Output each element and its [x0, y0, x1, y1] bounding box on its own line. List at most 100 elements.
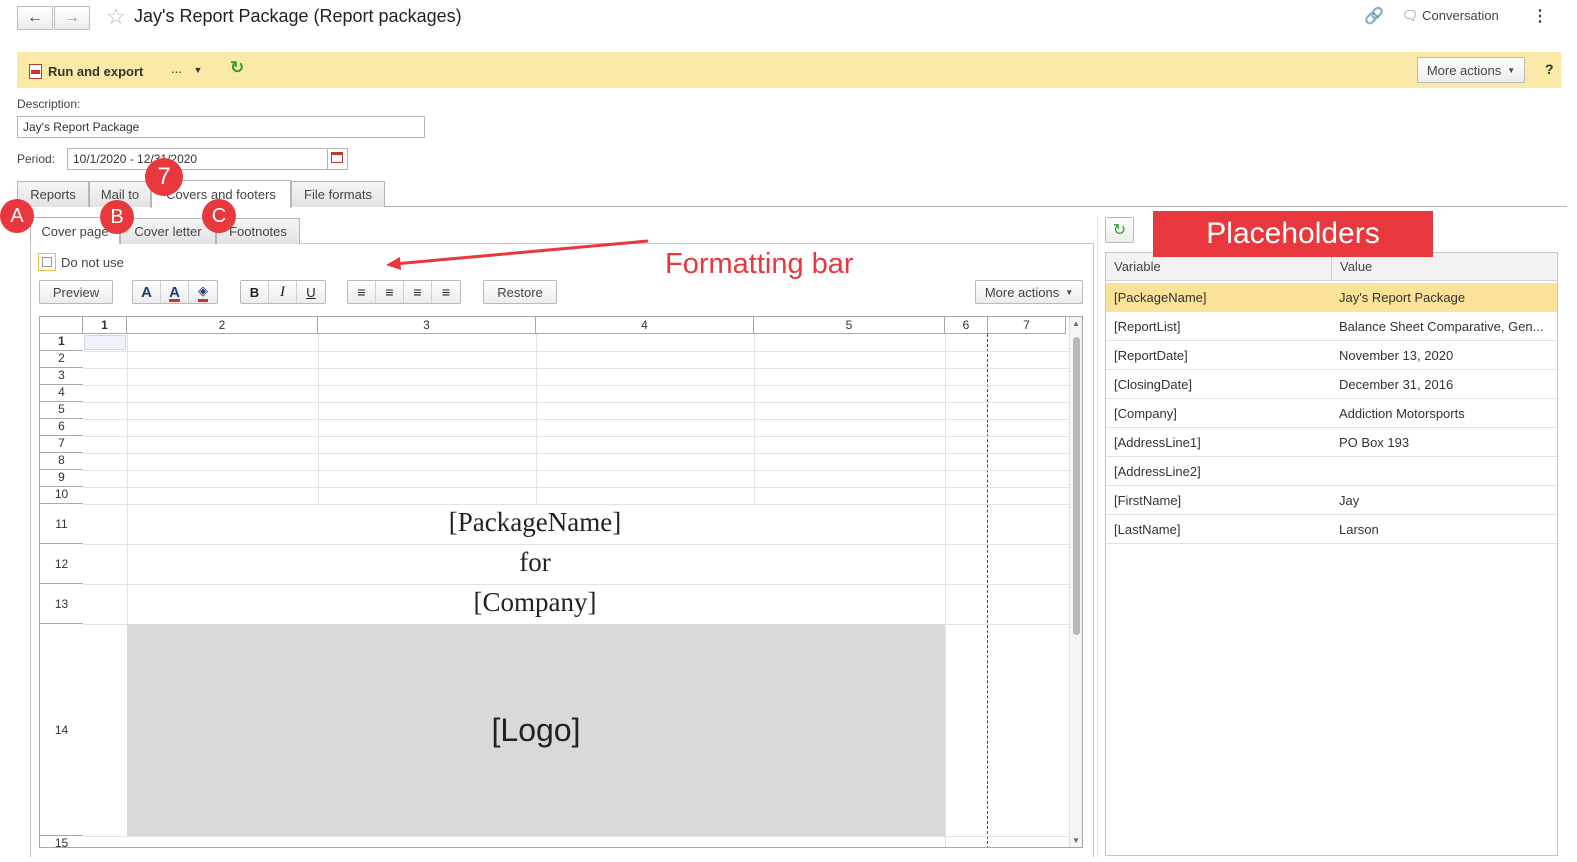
- row-header[interactable]: 2: [40, 351, 83, 368]
- column-header[interactable]: 1: [83, 317, 127, 334]
- column-header[interactable]: 3: [318, 317, 536, 334]
- value-cell: November 13, 2020: [1339, 348, 1454, 363]
- align-left-icon[interactable]: ≡: [348, 281, 376, 303]
- text-color-icon[interactable]: A: [161, 281, 189, 303]
- row-header[interactable]: 10: [40, 487, 83, 504]
- alignment-group: ≡ ≡ ≡ ≡: [347, 280, 461, 304]
- align-center-icon[interactable]: ≡: [376, 281, 404, 303]
- for-text[interactable]: for: [126, 547, 944, 578]
- table-row[interactable]: [ReportDate] November 13, 2020: [1106, 341, 1557, 370]
- link-icon[interactable]: 🔗: [1364, 6, 1384, 26]
- align-right-icon[interactable]: ≡: [404, 281, 432, 303]
- table-row[interactable]: [AddressLine1] PO Box 193: [1106, 428, 1557, 457]
- do-not-use-checkbox[interactable]: [38, 253, 56, 271]
- text-style-group: B I U: [240, 280, 326, 304]
- more-commands-dropdown[interactable]: ... ▼: [171, 61, 202, 76]
- row-header[interactable]: 4: [40, 385, 83, 402]
- help-button[interactable]: ?: [1545, 61, 1554, 77]
- variable-cell: [ReportList]: [1114, 319, 1181, 334]
- preview-button[interactable]: Preview: [39, 280, 113, 304]
- refresh-icon[interactable]: ↻: [230, 58, 244, 78]
- editor-more-actions-button[interactable]: More actions ▼: [975, 280, 1083, 304]
- column-header[interactable]: 5: [754, 317, 945, 334]
- grid-line: [83, 584, 1070, 585]
- description-field[interactable]: Jay's Report Package: [17, 116, 425, 138]
- row-header[interactable]: 11: [40, 504, 83, 544]
- row-header[interactable]: 9: [40, 470, 83, 487]
- description-label: Description:: [17, 97, 81, 111]
- variable-cell: [Company]: [1114, 406, 1177, 421]
- italic-icon[interactable]: I: [269, 281, 297, 303]
- row-header[interactable]: 7: [40, 436, 83, 453]
- fill-color-icon[interactable]: ◈: [189, 281, 217, 303]
- column-header-value[interactable]: Value: [1332, 253, 1557, 281]
- font-color-group: A A ◈: [132, 280, 218, 304]
- grid-line: [83, 836, 1070, 837]
- row-header[interactable]: 1: [40, 334, 83, 351]
- period-field[interactable]: 10/1/2020 - 12/31/2020: [67, 148, 329, 170]
- grid-line: [83, 487, 1070, 488]
- row-header[interactable]: 8: [40, 453, 83, 470]
- grid-line: [83, 402, 1070, 403]
- column-header-variable[interactable]: Variable: [1106, 253, 1332, 281]
- table-row[interactable]: [PackageName] Jay's Report Package: [1106, 283, 1557, 312]
- formatting-bar-arrow: [386, 239, 649, 270]
- formatting-bar-annotation: Formatting bar: [665, 248, 854, 280]
- row-header[interactable]: 12: [40, 544, 83, 584]
- align-justify-icon[interactable]: ≡: [432, 281, 460, 303]
- conversation-label: Conversation: [1422, 8, 1499, 23]
- bold-icon[interactable]: B: [241, 281, 269, 303]
- variable-cell: [AddressLine1]: [1114, 435, 1201, 450]
- table-row[interactable]: [FirstName] Jay: [1106, 486, 1557, 515]
- star-icon[interactable]: ☆: [106, 4, 126, 30]
- variable-cell: [LastName]: [1114, 522, 1181, 537]
- grid-line: [83, 368, 1070, 369]
- callout-7: 7: [145, 158, 183, 196]
- column-header[interactable]: 2: [127, 317, 318, 334]
- do-not-use-label: Do not use: [61, 255, 124, 270]
- restore-button[interactable]: Restore: [483, 280, 557, 304]
- scroll-down-arrow-icon[interactable]: ▼: [1072, 836, 1080, 845]
- scroll-up-arrow-icon[interactable]: ▲: [1072, 319, 1080, 328]
- package-name-placeholder[interactable]: [PackageName]: [126, 507, 944, 538]
- underline-icon[interactable]: U: [297, 281, 325, 303]
- run-and-export-button[interactable]: Run and export: [29, 61, 143, 79]
- logo-placeholder[interactable]: [Logo]: [127, 624, 945, 836]
- chat-icon: 🗨: [1402, 8, 1419, 23]
- row-header[interactable]: 15: [40, 836, 83, 847]
- row-header[interactable]: 6: [40, 419, 83, 436]
- cover-page-sheet[interactable]: 1 2 3 4 5 6 7 1 2 3 4 5 6 7 8 9 10 11 12…: [39, 316, 1083, 848]
- table-row[interactable]: [AddressLine2]: [1106, 457, 1557, 486]
- column-header[interactable]: 4: [536, 317, 754, 334]
- back-button[interactable]: ←: [17, 6, 53, 30]
- arrow-right-icon: →: [64, 9, 80, 26]
- calendar-icon[interactable]: [327, 148, 348, 170]
- tab-file-formats[interactable]: File formats: [291, 181, 385, 207]
- run-and-export-label: Run and export: [48, 64, 144, 79]
- selected-cell[interactable]: [84, 335, 126, 350]
- font-icon[interactable]: A: [133, 281, 161, 303]
- row-header[interactable]: 3: [40, 368, 83, 385]
- scrollbar-thumb[interactable]: [1073, 337, 1080, 635]
- column-header[interactable]: 7: [988, 317, 1066, 334]
- vertical-scrollbar[interactable]: ▲ ▼: [1069, 317, 1082, 847]
- row-header[interactable]: 14: [40, 624, 83, 836]
- value-cell: PO Box 193: [1339, 435, 1410, 450]
- table-row[interactable]: [LastName] Larson: [1106, 515, 1557, 544]
- kebab-menu-icon[interactable]: ⋮: [1532, 6, 1548, 26]
- callout-c: C: [202, 199, 236, 233]
- row-header[interactable]: 5: [40, 402, 83, 419]
- refresh-placeholders-icon[interactable]: ↻: [1105, 217, 1134, 243]
- table-row[interactable]: [Company] Addiction Motorsports: [1106, 399, 1557, 428]
- conversation-button[interactable]: 🗨 Conversation: [1402, 8, 1499, 24]
- more-actions-label: More actions: [1426, 62, 1502, 78]
- company-placeholder[interactable]: [Company]: [126, 587, 944, 618]
- more-actions-button[interactable]: More actions ▼: [1417, 57, 1525, 83]
- table-row[interactable]: [ReportList] Balance Sheet Comparative, …: [1106, 312, 1557, 341]
- tab-cover-letter[interactable]: Cover letter: [120, 218, 216, 244]
- row-header[interactable]: 13: [40, 584, 83, 624]
- forward-button[interactable]: →: [54, 6, 90, 30]
- column-header[interactable]: 6: [945, 317, 988, 334]
- value-cell: Larson: [1339, 522, 1379, 537]
- table-row[interactable]: [ClosingDate] December 31, 2016: [1106, 370, 1557, 399]
